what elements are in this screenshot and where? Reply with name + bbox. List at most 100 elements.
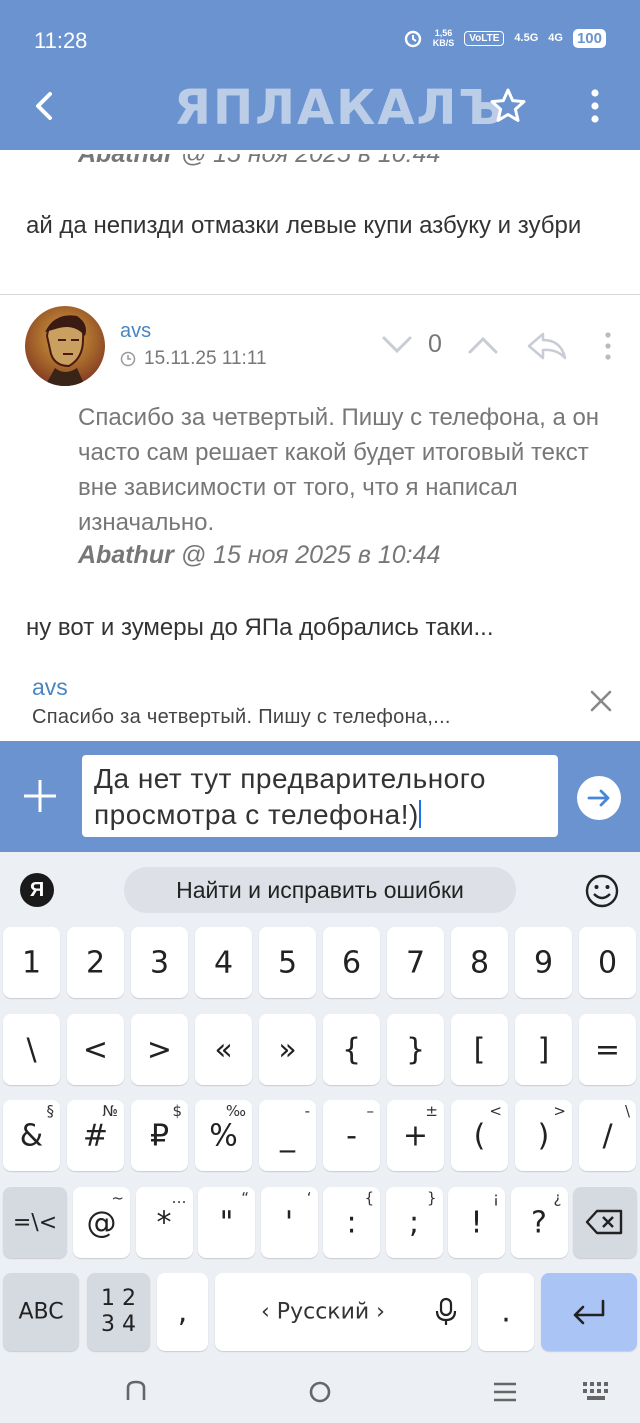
key-comma[interactable]: , (157, 1273, 208, 1351)
text-caret (418, 800, 421, 828)
reply-preview (0, 668, 640, 742)
send-button[interactable] (577, 776, 621, 820)
key-period[interactable]: . (478, 1273, 534, 1351)
key-label: % (209, 1118, 238, 1153)
key-alt-label: \ (624, 1102, 630, 1120)
key-alt-label: № (102, 1102, 118, 1120)
key-space[interactable]: ‹ Русский › (215, 1273, 471, 1351)
key-label: ! (470, 1205, 483, 1240)
vote-down-button[interactable] (380, 330, 414, 360)
keyboard-hide-button[interactable] (578, 1376, 618, 1408)
overflow-menu-button[interactable] (582, 86, 608, 126)
quote-text: Спасибо за четвертый. Пишу с телефона, а… (78, 404, 600, 536)
key-label: _ (280, 1118, 295, 1153)
key-row3-8[interactable]: ) > (515, 1100, 572, 1171)
emoji-button[interactable] (584, 873, 620, 909)
key-row2-2[interactable]: > (131, 1014, 188, 1085)
nav-home-button[interactable] (300, 1376, 340, 1408)
key-alt-label: ¡ (492, 1189, 499, 1207)
key-row3-7[interactable]: (< (451, 1100, 508, 1171)
key-row1-0[interactable]: 1 (3, 927, 60, 998)
close-reply-button[interactable] (588, 688, 614, 714)
arrow-right-icon (587, 789, 610, 807)
key-row3-2[interactable]: ₽ $ (131, 1100, 188, 1171)
attach-button[interactable] (22, 778, 58, 814)
key-row2-5[interactable]: { (323, 1014, 380, 1085)
key-row4-3[interactable]: ' ‘ (260, 1187, 318, 1258)
key-label: " (219, 1205, 234, 1240)
key-label: 3 (149, 945, 170, 980)
key-row2-8[interactable]: ] (515, 1014, 572, 1085)
key-numpad[interactable]: 1 23 4 (87, 1273, 150, 1351)
key-row3-4[interactable]: _ - (259, 1100, 316, 1171)
key-label: 1 (21, 945, 42, 980)
key-row1-8[interactable]: 9 (515, 927, 572, 998)
key-row1-4[interactable]: 5 (259, 927, 316, 998)
app-header: 11:28 1,56 KB/S VoLTE 4.5G 4G 100 ЯПЛАКАЛ… (0, 0, 640, 150)
message-input[interactable]: Да нет тут предварительного просмотра с … (82, 755, 558, 837)
key-row3-3[interactable]: % ‰ (195, 1100, 252, 1171)
post-more-button[interactable] (598, 330, 618, 364)
key-row4-7[interactable]: ? ¿ (510, 1187, 568, 1258)
key-row3-5[interactable]: - – (323, 1100, 380, 1171)
key-row1-6[interactable]: 7 (387, 927, 444, 998)
reply-preview-name: avs (32, 674, 68, 700)
post-username[interactable]: avs (120, 320, 151, 343)
key-row3-6[interactable]: + ± (387, 1100, 444, 1171)
key-label: ' (284, 1205, 294, 1240)
favorite-button[interactable] (488, 86, 528, 126)
key-row1-7[interactable]: 8 (451, 927, 508, 998)
key-row4-2[interactable]: " “ (198, 1187, 255, 1258)
key-label: ₽ (149, 1118, 170, 1153)
key-row1-3[interactable]: 4 (195, 927, 252, 998)
key-row2-1[interactable]: < (67, 1014, 124, 1085)
key-row4-0[interactable]: @ ~ (73, 1187, 130, 1258)
key-row2-7[interactable]: [ (451, 1014, 508, 1085)
key-label: ] (537, 1032, 550, 1067)
key-row3-0[interactable]: & § (3, 1100, 60, 1171)
key-abc[interactable]: ABC (3, 1273, 79, 1351)
key-alt-label: ± (425, 1102, 438, 1120)
key-label: @ (86, 1205, 117, 1240)
key-label: ? (531, 1205, 547, 1240)
key-backspace[interactable] (573, 1187, 637, 1258)
key-row2-9[interactable]: = (579, 1014, 636, 1085)
key-row1-1[interactable]: 2 (67, 927, 124, 998)
key-row1-9[interactable]: 0 (579, 927, 636, 998)
key-more-symbols[interactable]: =\< (3, 1187, 67, 1258)
key-row1-5[interactable]: 6 (323, 927, 380, 998)
avatar[interactable] (25, 306, 105, 386)
nav-recents-button[interactable] (486, 1376, 526, 1408)
volte-badge: VoLTE (464, 30, 505, 46)
key-label: 8 (469, 945, 490, 980)
site-logo: ЯПЛАКАЛЪ (174, 80, 506, 136)
nav-back-icon (126, 1380, 146, 1400)
back-button[interactable] (28, 86, 64, 126)
key-row4-4[interactable]: :{ (323, 1187, 380, 1258)
key-alt-label: ‘ (306, 1189, 312, 1207)
backspace-icon (585, 1209, 623, 1235)
key-row3-9[interactable]: / \ (579, 1100, 636, 1171)
key-label: # (82, 1118, 109, 1153)
key-label: + (402, 1118, 429, 1153)
key-row4-5[interactable]: ;} (385, 1187, 443, 1258)
key-row4-6[interactable]: ! ¡ (448, 1187, 505, 1258)
key-alt-label: ¿ (553, 1189, 562, 1207)
key-row2-0[interactable]: \ (3, 1014, 60, 1085)
suggestion-chip[interactable]: Найти и исправить ошибки (124, 867, 516, 913)
key-row2-4[interactable]: » (259, 1014, 316, 1085)
key-row3-1[interactable]: # № (67, 1100, 124, 1171)
key-label: & (19, 1118, 44, 1153)
nav-back-button[interactable] (116, 1376, 156, 1408)
reply-button[interactable] (525, 328, 569, 364)
key-label: 2 (85, 945, 106, 980)
key-enter[interactable] (541, 1273, 637, 1351)
key-label: 5 (277, 945, 298, 980)
post-message: ну вот и зумеры до ЯПа добрались таки... (26, 614, 494, 641)
vote-up-button[interactable] (466, 330, 500, 360)
key-row4-1[interactable]: *… (135, 1187, 193, 1258)
yandex-logo-button[interactable]: Я (20, 873, 54, 907)
key-row1-2[interactable]: 3 (131, 927, 188, 998)
key-row2-6[interactable]: } (387, 1014, 444, 1085)
key-row2-3[interactable]: « (195, 1014, 252, 1085)
